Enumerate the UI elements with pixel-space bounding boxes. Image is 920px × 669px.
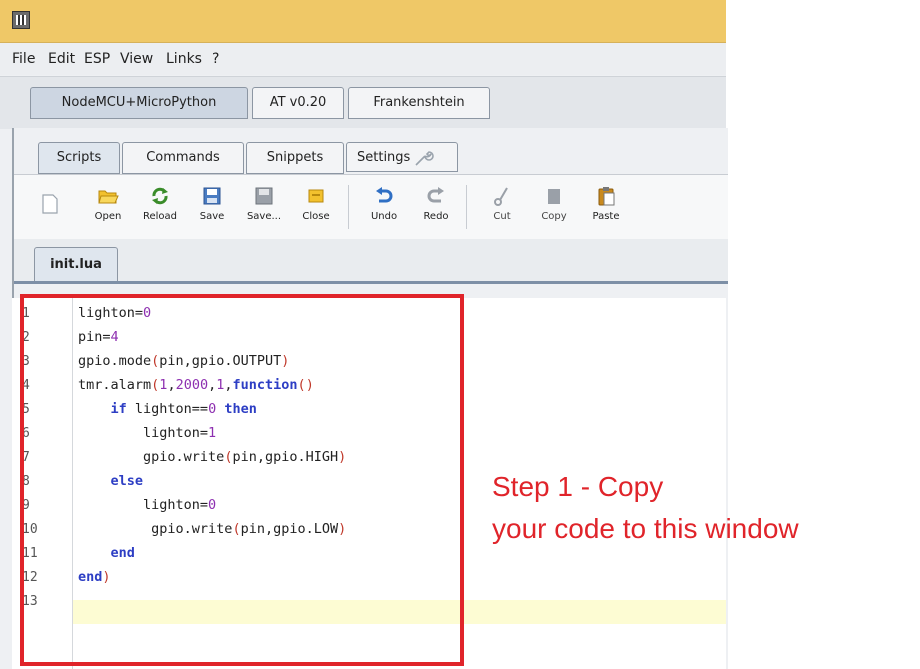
menu-esp[interactable]: ESP	[84, 51, 110, 67]
title-bar	[0, 0, 726, 43]
file-tab-init-lua[interactable]: init.lua	[34, 247, 118, 283]
tab-frankenshtein[interactable]: Frankenshtein	[348, 87, 490, 119]
undo-icon	[376, 187, 393, 203]
highlight-box	[20, 294, 464, 666]
new-file-button[interactable]	[22, 179, 78, 235]
close-file-icon	[308, 189, 324, 203]
menu-file[interactable]: File	[12, 51, 35, 67]
tab-commands[interactable]: Commands	[122, 142, 244, 174]
copy-button[interactable]: Copy	[526, 179, 582, 235]
redo-label: Redo	[423, 211, 449, 222]
script-toolbar: Open Reload Save Save... Close Undo Redo…	[14, 174, 728, 240]
save-label: Save	[199, 211, 225, 222]
step-annotation: Step 1 - Copy your code to this window	[492, 466, 799, 550]
tab-at-v020[interactable]: AT v0.20	[252, 87, 344, 119]
menu-edit[interactable]: Edit	[48, 51, 75, 67]
menu-help[interactable]: ?	[212, 51, 219, 67]
file-tabbar: init.lua	[14, 239, 728, 284]
menu-bar: File Edit ESP View Links ?	[0, 43, 726, 75]
floppy-disk-icon	[203, 187, 221, 205]
copy-label: Copy	[541, 211, 567, 222]
folder-open-icon	[98, 190, 119, 204]
copy-icon	[548, 189, 560, 204]
reload-button[interactable]: Reload	[132, 179, 188, 235]
menu-links[interactable]: Links	[166, 51, 202, 67]
firmware-tabbar: NodeMCU+MicroPython AT v0.20 Frankenshte…	[0, 76, 726, 129]
open-label: Open	[94, 211, 122, 222]
toolbar-separator	[348, 185, 349, 229]
undo-label: Undo	[370, 211, 398, 222]
paste-button[interactable]: Paste	[578, 179, 634, 235]
tab-underline	[14, 281, 728, 284]
new-file-icon	[42, 194, 58, 214]
tab-nodemcu-micropython[interactable]: NodeMCU+MicroPython	[30, 87, 248, 119]
paste-icon	[598, 187, 615, 206]
toolbar-separator	[466, 185, 467, 229]
save-as-icon	[255, 187, 273, 205]
annotation-line-2: your code to this window	[492, 513, 799, 544]
reload-label: Reload	[142, 211, 178, 222]
paste-label: Paste	[592, 211, 620, 222]
annotation-line-1: Step 1 - Copy	[492, 471, 664, 502]
reload-icon	[152, 187, 168, 205]
menu-view[interactable]: View	[120, 51, 153, 67]
redo-icon	[427, 187, 444, 203]
save-as-label: Save...	[246, 211, 282, 222]
tab-snippets[interactable]: Snippets	[246, 142, 344, 174]
tab-scripts[interactable]: Scripts	[38, 142, 120, 174]
tab-settings-label: Settings	[357, 150, 411, 165]
scissors-icon	[494, 187, 508, 206]
cut-label: Cut	[493, 211, 511, 222]
redo-button[interactable]: Redo	[408, 179, 464, 235]
save-as-button[interactable]: Save...	[236, 179, 292, 235]
open-button[interactable]: Open	[80, 179, 136, 235]
close-button[interactable]: Close	[288, 179, 344, 235]
cut-button[interactable]: Cut	[474, 179, 530, 235]
undo-button[interactable]: Undo	[356, 179, 412, 235]
close-label: Close	[302, 211, 330, 222]
app-icon	[12, 11, 30, 29]
panel-tabbar: Scripts Commands Snippets Settings	[14, 136, 728, 174]
wrench-icon	[415, 150, 435, 166]
save-button[interactable]: Save	[184, 179, 240, 235]
tab-settings[interactable]: Settings	[346, 142, 458, 172]
